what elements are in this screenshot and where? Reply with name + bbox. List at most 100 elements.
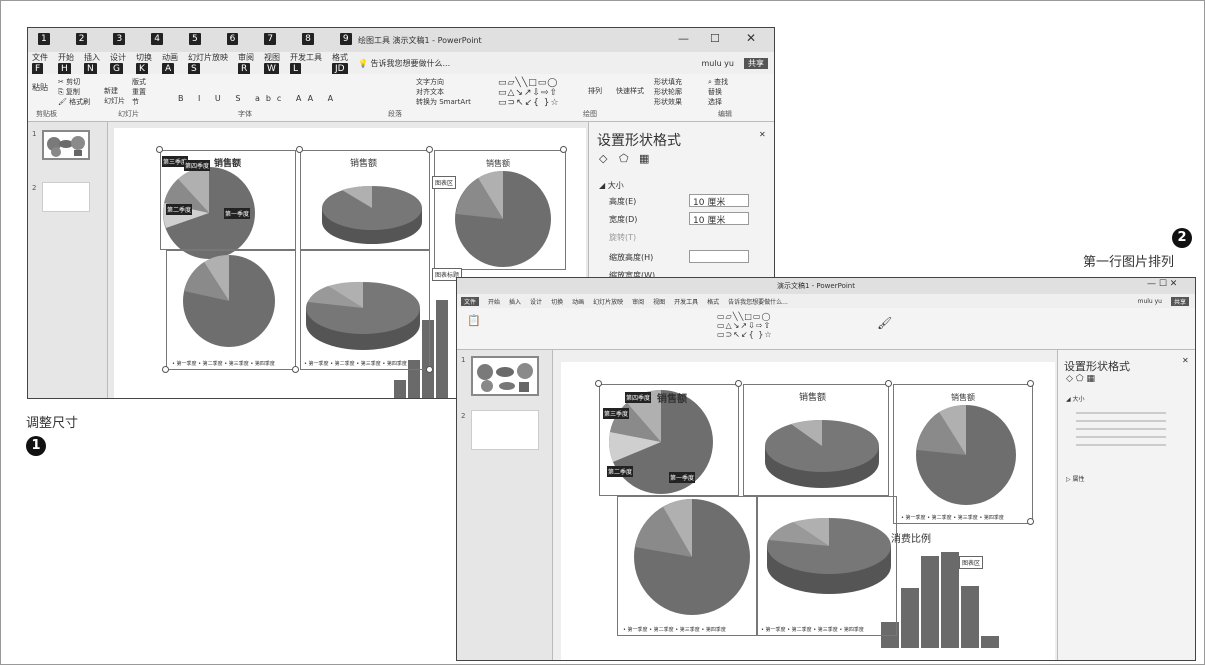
- replace-button[interactable]: 替换: [708, 87, 722, 97]
- paste-icon[interactable]: 📋: [467, 314, 481, 327]
- quick-styles-icon[interactable]: 🖌: [877, 316, 892, 330]
- tab-file[interactable]: 文件 F: [32, 52, 48, 75]
- find-button[interactable]: ⌕ 查找: [708, 77, 728, 87]
- share-button[interactable]: 共享: [744, 57, 768, 69]
- shapes-gallery[interactable]: ▭▱╲╲□▭◯ ▭△↘↗⇩⇨⇧ ▭⊃↖↙{ }☆: [498, 78, 560, 108]
- tab-design-2[interactable]: 设计: [530, 297, 542, 306]
- font-format-buttons[interactable]: B I U S abc AA A: [178, 94, 339, 103]
- legend-2: • 第一季度 • 第二季度 • 第三季度 • 第四季度: [761, 627, 864, 633]
- new-slide-button[interactable]: 新建 幻灯片: [104, 86, 125, 106]
- width-label: 宽度(D): [609, 215, 638, 224]
- user-name-2[interactable]: mulu yu: [1138, 298, 1162, 305]
- slide-thumbnail-2[interactable]: [471, 410, 539, 450]
- tab-file-2[interactable]: 文件: [461, 296, 480, 306]
- shape-outline-button[interactable]: 形状轮廓: [654, 87, 682, 97]
- resize-handle[interactable]: [426, 366, 433, 373]
- chart-selection-5[interactable]: [300, 250, 430, 370]
- tab-home-2[interactable]: 开始: [488, 297, 500, 306]
- resize-handle[interactable]: [885, 380, 892, 387]
- slide-thumbnail-1[interactable]: [471, 356, 539, 396]
- convert-smartart-button[interactable]: 转换为 SmartArt: [416, 97, 471, 107]
- format-painter-button[interactable]: 🖌 格式刷: [58, 97, 90, 107]
- top-keytips: 1 2 3 4 5 6 7 8 9: [38, 33, 352, 45]
- tab-view[interactable]: 视图 W: [264, 52, 280, 75]
- tab-review-2[interactable]: 审阅: [632, 297, 644, 306]
- quick-styles-button[interactable]: 快速样式: [616, 86, 644, 96]
- shape-fill-button[interactable]: 形状填充: [654, 77, 682, 87]
- chart-selection-5[interactable]: [757, 496, 897, 636]
- text-direction-button[interactable]: 文字方向: [416, 77, 444, 87]
- slide-thumbnails-2: 1 2: [457, 350, 553, 660]
- pane-close-icon[interactable]: ✕: [759, 130, 766, 139]
- size-properties-icon[interactable]: ▦: [639, 152, 649, 165]
- tell-me-box-2[interactable]: 告诉我您想要做什么...: [728, 297, 788, 306]
- reset-button[interactable]: 重置: [132, 87, 146, 97]
- close-icon[interactable]: ✕: [746, 31, 756, 45]
- window-controls-icon[interactable]: — ☐ ✕: [1147, 279, 1177, 289]
- tab-developer-2[interactable]: 开发工具: [674, 297, 698, 306]
- width-field[interactable]: 10 厘米: [689, 212, 749, 226]
- resize-handle[interactable]: [560, 146, 567, 153]
- tab-format[interactable]: 格式 JD: [332, 52, 348, 75]
- resize-handle[interactable]: [735, 380, 742, 387]
- tab-slideshow[interactable]: 幻灯片放映 S: [188, 52, 228, 75]
- tab-home[interactable]: 开始 H: [58, 52, 74, 75]
- tab-slideshow-2[interactable]: 幻灯片放映: [593, 297, 623, 306]
- tab-review[interactable]: 审阅 R: [238, 52, 254, 75]
- resize-handle[interactable]: [292, 366, 299, 373]
- shape-effects-button[interactable]: 形状效果: [654, 97, 682, 107]
- data-label: 第四季度: [625, 392, 652, 403]
- pane-close-icon[interactable]: ✕: [1182, 356, 1189, 365]
- resize-handle[interactable]: [162, 366, 169, 373]
- chart-selection-4[interactable]: [166, 250, 296, 370]
- scale-height-label: 缩放高度(H): [609, 253, 654, 262]
- size-section-header[interactable]: ◢ 大小: [599, 180, 624, 191]
- tab-format-2[interactable]: 格式: [707, 297, 719, 306]
- keytip-6: 6: [226, 33, 239, 45]
- slide-thumbnail-2[interactable]: [42, 182, 90, 212]
- shapes-gallery-2[interactable]: ▭▱╲╲□▭◯ ▭△↘↗⇩⇨⇧ ▭⊃↖↙{ }☆: [717, 312, 773, 339]
- pane-icons[interactable]: ◇ ⬠ ▦: [1066, 374, 1095, 384]
- tab-insert[interactable]: 插入 N: [84, 52, 100, 75]
- resize-handle[interactable]: [426, 146, 433, 153]
- chart-selection-3[interactable]: [893, 384, 1033, 524]
- layout-button[interactable]: 版式: [132, 77, 146, 87]
- data-label: 第三季度: [603, 408, 630, 419]
- fill-line-icon[interactable]: ◇: [599, 152, 607, 165]
- paste-button[interactable]: 粘贴: [32, 82, 48, 93]
- tab-view-2[interactable]: 视图: [653, 297, 665, 306]
- maximize-icon[interactable]: ☐: [710, 32, 720, 45]
- effects-icon[interactable]: ⬠: [619, 152, 629, 165]
- tab-insert-2[interactable]: 插入: [509, 297, 521, 306]
- tab-animations[interactable]: 动画 A: [162, 52, 178, 75]
- tell-me-box[interactable]: 💡 告诉我您想要做什么...: [358, 58, 450, 69]
- chart-selection-4[interactable]: [617, 496, 757, 636]
- section-button[interactable]: 节: [132, 97, 139, 107]
- align-text-button[interactable]: 对齐文本: [416, 87, 444, 97]
- size-section-header-2[interactable]: ◢ 大小: [1066, 394, 1085, 403]
- copy-button[interactable]: ⎘ 复制: [58, 87, 80, 97]
- tab-design[interactable]: 设计 G: [110, 52, 126, 75]
- window-title-2: 演示文稿1 - PowerPoint: [777, 282, 855, 290]
- share-button-2[interactable]: 共享: [1170, 296, 1189, 306]
- resize-handle[interactable]: [1027, 380, 1034, 387]
- cut-button[interactable]: ✂ 剪切: [58, 77, 80, 87]
- arrange-button[interactable]: 排列: [588, 86, 602, 96]
- resize-handle[interactable]: [1027, 518, 1034, 525]
- user-name[interactable]: mulu yu: [701, 59, 734, 68]
- tab-animations-2[interactable]: 动画: [572, 297, 584, 306]
- scale-height-field[interactable]: [689, 250, 749, 263]
- minimize-icon[interactable]: —: [678, 32, 689, 45]
- tab-transitions-2[interactable]: 切换: [551, 297, 563, 306]
- histogram-chart-2[interactable]: [879, 552, 1019, 648]
- slide-thumbnail-1[interactable]: [42, 130, 90, 160]
- tab-transitions[interactable]: 切换 K: [136, 52, 152, 75]
- properties-section-header[interactable]: ▷ 属性: [1066, 474, 1085, 483]
- resize-handle[interactable]: [296, 146, 303, 153]
- slide-number-2: 2: [461, 412, 466, 420]
- height-field[interactable]: 10 厘米: [689, 194, 749, 208]
- select-button[interactable]: 选择: [708, 97, 722, 107]
- resize-handle[interactable]: [156, 146, 163, 153]
- tab-developer[interactable]: 开发工具 L: [290, 52, 322, 75]
- resize-handle[interactable]: [595, 380, 602, 387]
